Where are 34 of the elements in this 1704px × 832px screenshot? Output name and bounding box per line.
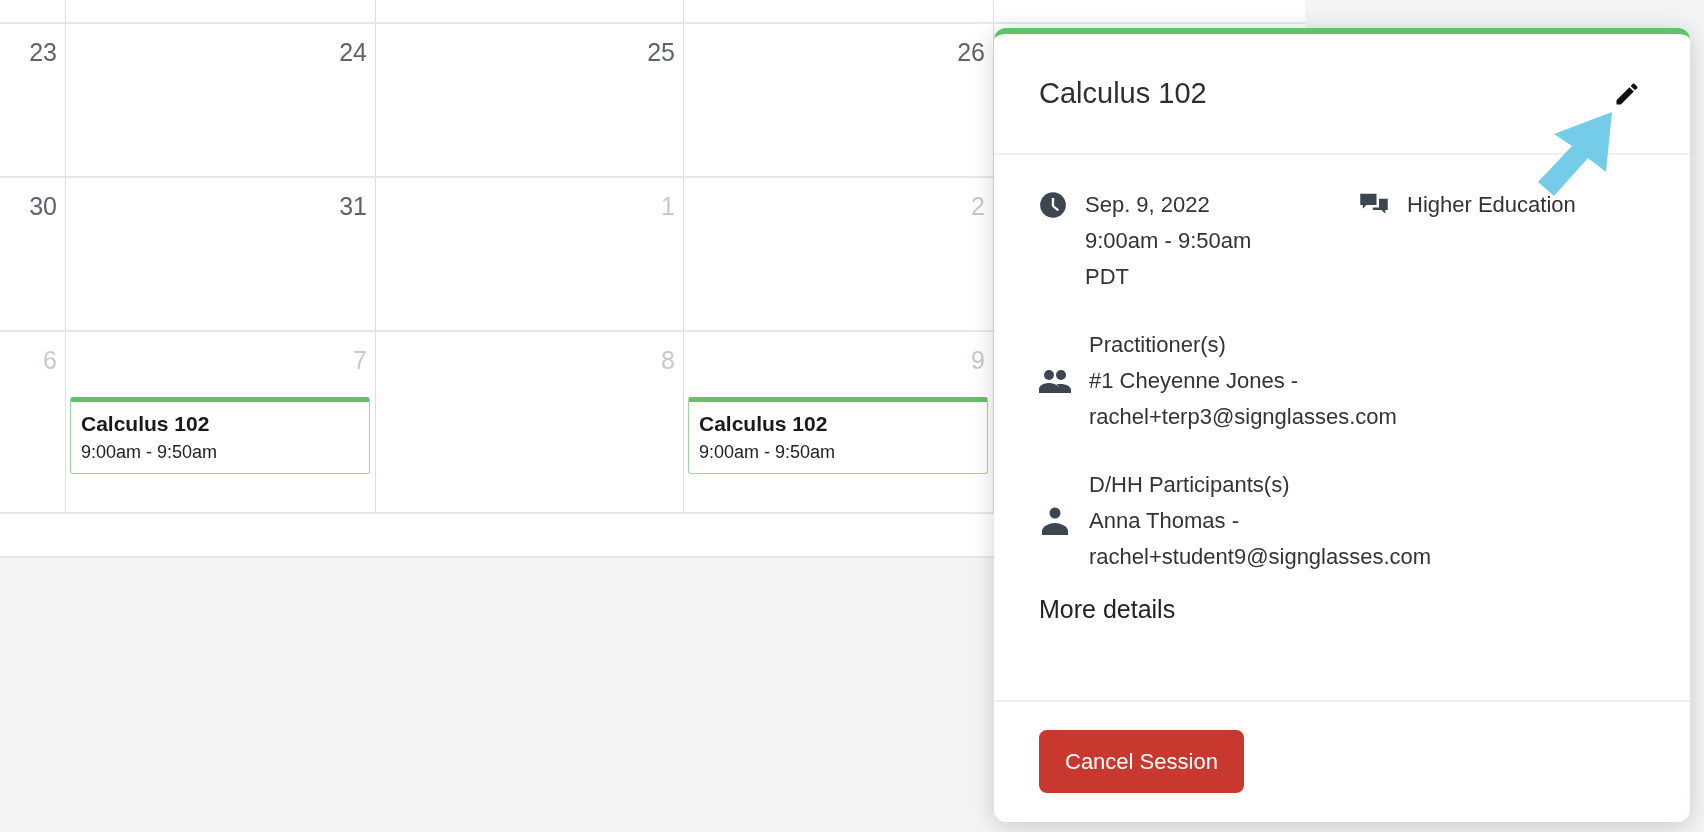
clock-icon	[1039, 191, 1067, 219]
event-card[interactable]: Calculus 102 9:00am - 9:50am	[70, 397, 370, 474]
day-number: 1	[661, 192, 675, 221]
event-time: 9:00am - 9:50am	[699, 442, 837, 463]
more-details-link[interactable]: More details	[1039, 595, 1176, 624]
day-number: 6	[43, 346, 57, 375]
section-text: rachel+terp3@signglasses.com	[1089, 403, 1397, 431]
day-number: 2	[971, 192, 985, 221]
section-text: Anna Thomas -	[1089, 507, 1240, 535]
cancel-session-button[interactable]: Cancel Session	[1039, 730, 1244, 793]
day-number: 25	[647, 38, 675, 67]
day-number: 23	[29, 38, 57, 67]
day-number: 8	[661, 346, 675, 375]
event-card[interactable]: Calculus 102 9:00am - 9:50am	[688, 397, 988, 474]
day-number: 24	[339, 38, 367, 67]
people-icon	[1039, 369, 1071, 393]
day-number: 31	[339, 192, 367, 221]
session-timezone: PDT	[1085, 263, 1130, 291]
section-label: Practitioner(s)	[1089, 331, 1227, 359]
session-time: 9:00am - 9:50am	[1085, 227, 1252, 255]
event-title: Calculus 102	[81, 412, 211, 436]
section-text: #1 Cheyenne Jones -	[1089, 367, 1300, 395]
day-number: 30	[29, 192, 57, 221]
day-number: 26	[957, 38, 985, 67]
section-text: rachel+student9@signglasses.com	[1089, 543, 1432, 571]
person-icon	[1042, 507, 1068, 535]
day-number: 9	[971, 346, 985, 375]
day-number: 7	[353, 346, 367, 375]
event-title: Calculus 102	[699, 412, 829, 436]
popover-title: Calculus 102	[1039, 77, 1207, 110]
session-date: Sep. 9, 2022	[1085, 191, 1211, 219]
event-time: 9:00am - 9:50am	[81, 442, 219, 463]
section-label: D/HH Participants(s)	[1089, 471, 1291, 499]
session-category: Higher Education	[1407, 191, 1576, 219]
